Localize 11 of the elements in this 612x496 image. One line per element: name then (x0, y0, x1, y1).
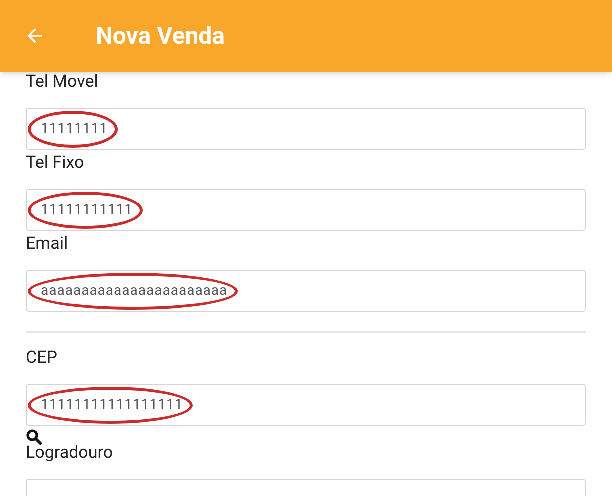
field-label: CEP (26, 347, 58, 369)
field-label: Logradouro (26, 442, 114, 464)
input-field[interactable]: 11111111111 (26, 189, 586, 231)
input-field[interactable]: 11111111111111111 (26, 384, 586, 426)
input-field[interactable]: 11111111 (26, 108, 586, 150)
field-label: Tel Fixo (26, 152, 86, 174)
input-field[interactable]: aaaaaaaaaaaaaaaaaaaaaaa (26, 270, 586, 312)
field-label: Tel Movel (26, 71, 100, 93)
field-label: Email (26, 233, 70, 255)
search-icon[interactable] (26, 429, 42, 445)
screen-title: Nova Venda (96, 21, 226, 52)
